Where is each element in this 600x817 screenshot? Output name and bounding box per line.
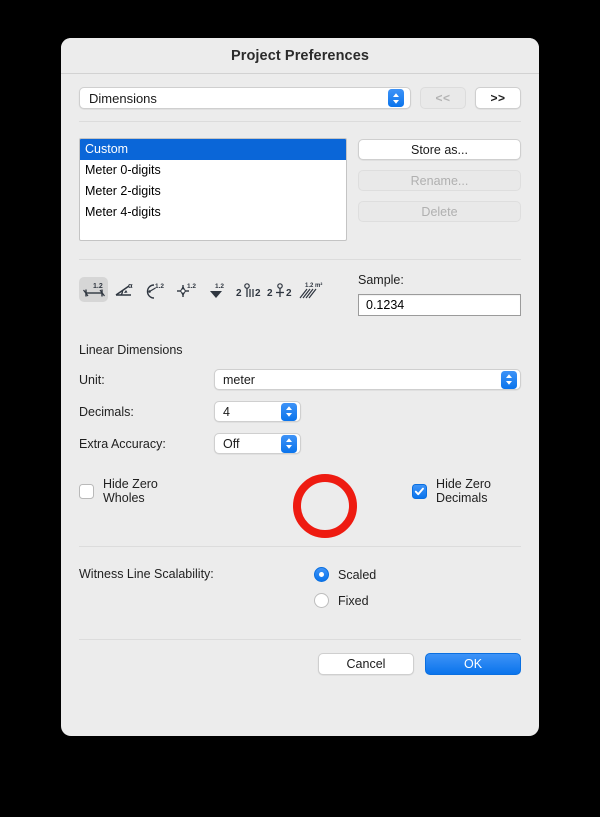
decimals-row: Decimals: 4 xyxy=(79,401,521,422)
dialog-footer: Cancel OK xyxy=(79,640,521,675)
area-dimension-icon[interactable]: 1.2 m² xyxy=(296,277,325,302)
extra-accuracy-label: Extra Accuracy: xyxy=(79,436,166,451)
decimals-label: Decimals: xyxy=(79,404,134,419)
cancel-button[interactable]: Cancel xyxy=(318,653,414,675)
elevation-alt-dimension-icon[interactable]: 2 2 xyxy=(265,277,294,302)
radio-button xyxy=(314,593,329,608)
list-item[interactable]: Meter 4-digits xyxy=(80,202,346,223)
preset-row: Custom Meter 0-digits Meter 2-digits Met… xyxy=(79,122,521,241)
category-popup-value: Dimensions xyxy=(89,90,157,106)
svg-text:1.2: 1.2 xyxy=(215,283,224,290)
chevron-updown-icon xyxy=(388,89,404,107)
radio-fixed[interactable]: Fixed xyxy=(314,593,376,608)
hide-zero-wholes-label: Hide Zero Wholes xyxy=(103,477,158,505)
project-preferences-dialog: Project Preferences Dimensions << >> Cus… xyxy=(61,38,539,736)
hide-zero-decimals-checkbox[interactable]: Hide Zero Decimals xyxy=(412,477,521,505)
chevron-updown-icon xyxy=(501,370,517,389)
svg-text:2: 2 xyxy=(286,288,292,299)
next-category-button[interactable]: >> xyxy=(475,87,521,109)
decimals-value: 4 xyxy=(223,404,230,419)
rename-button[interactable]: Rename... xyxy=(358,170,521,191)
extra-accuracy-popup-button[interactable]: Off xyxy=(214,433,301,454)
extra-accuracy-value: Off xyxy=(223,436,240,451)
svg-text:1.2: 1.2 xyxy=(155,283,164,290)
decimals-popup-button[interactable]: 4 xyxy=(214,401,301,422)
angular-dimension-icon[interactable]: α xyxy=(110,277,139,302)
chevron-updown-icon xyxy=(281,402,297,421)
hide-zero-wholes-checkbox[interactable]: Hide Zero Wholes xyxy=(79,477,180,505)
preset-actions: Store as... Rename... Delete xyxy=(358,138,521,241)
level-dimension-icon[interactable]: 1.2 xyxy=(203,277,232,302)
radio-scaled[interactable]: Scaled xyxy=(314,567,376,582)
unit-row: Unit: meter xyxy=(79,369,521,390)
unit-value: meter xyxy=(223,372,255,387)
list-item[interactable]: Custom xyxy=(80,139,346,160)
witness-line-radio-group: Scaled Fixed xyxy=(314,567,376,608)
preset-list[interactable]: Custom Meter 0-digits Meter 2-digits Met… xyxy=(79,138,347,241)
dialog-titlebar: Project Preferences xyxy=(61,38,539,74)
svg-text:2: 2 xyxy=(267,288,273,299)
category-row: Dimensions << >> xyxy=(79,74,521,121)
svg-text:2: 2 xyxy=(255,288,261,299)
ok-button[interactable]: OK xyxy=(425,653,521,675)
linear-dimension-icon[interactable]: 1.2 xyxy=(79,277,108,302)
list-item[interactable]: Meter 2-digits xyxy=(80,181,346,202)
delete-button[interactable]: Delete xyxy=(358,201,521,222)
svg-text:α: α xyxy=(128,281,133,290)
sample-value-field: 0.1234 xyxy=(358,294,521,316)
elevation-dimension-icon[interactable]: 2 2 xyxy=(234,277,263,302)
witness-line-label: Witness Line Scalability: xyxy=(79,567,214,581)
unit-popup-button[interactable]: meter xyxy=(214,369,521,390)
checkbox-box xyxy=(79,483,94,499)
radio-scaled-label: Scaled xyxy=(338,567,377,582)
point-dimension-icon[interactable]: 1.2 xyxy=(172,277,201,302)
dialog-body: Dimensions << >> Custom Meter 0-digits M… xyxy=(61,74,539,736)
svg-text:2: 2 xyxy=(236,288,242,299)
sample-block: Sample: 0.1234 xyxy=(358,273,521,316)
witness-line-row: Witness Line Scalability: Scaled Fixed xyxy=(79,547,521,608)
extra-accuracy-row: Extra Accuracy: Off xyxy=(79,433,521,454)
list-item[interactable]: Meter 0-digits xyxy=(80,160,346,181)
dialog-title: Project Preferences xyxy=(230,47,370,64)
radio-fixed-label: Fixed xyxy=(338,593,369,608)
svg-text:1.2 m²: 1.2 m² xyxy=(305,282,322,289)
sample-label: Sample: xyxy=(358,273,404,287)
chevron-updown-icon xyxy=(281,434,297,453)
checkbox-box-checked xyxy=(412,483,428,499)
hide-zero-decimals-label: Hide Zero Decimals xyxy=(436,477,491,505)
linear-dimensions-heading: Linear Dimensions xyxy=(79,343,183,357)
category-popup-button[interactable]: Dimensions xyxy=(79,87,411,109)
radial-dimension-icon[interactable]: 1.2 xyxy=(141,277,170,302)
dimension-type-row: 1.2 α 1.2 1.2 1.2 2 2 2 2 1.2 m² Sample:… xyxy=(79,260,521,316)
svg-text:1.2: 1.2 xyxy=(187,283,196,290)
previous-category-button[interactable]: << xyxy=(420,87,466,109)
store-as-button[interactable]: Store as... xyxy=(358,139,521,160)
svg-text:1.2: 1.2 xyxy=(93,283,103,290)
unit-label: Unit: xyxy=(79,372,105,387)
dimension-type-strip: 1.2 α 1.2 1.2 1.2 2 2 2 2 1.2 m² xyxy=(79,273,325,302)
radio-button-selected xyxy=(314,567,329,582)
hide-zero-row: Hide Zero Wholes Hide Zero Decimals xyxy=(79,465,521,505)
